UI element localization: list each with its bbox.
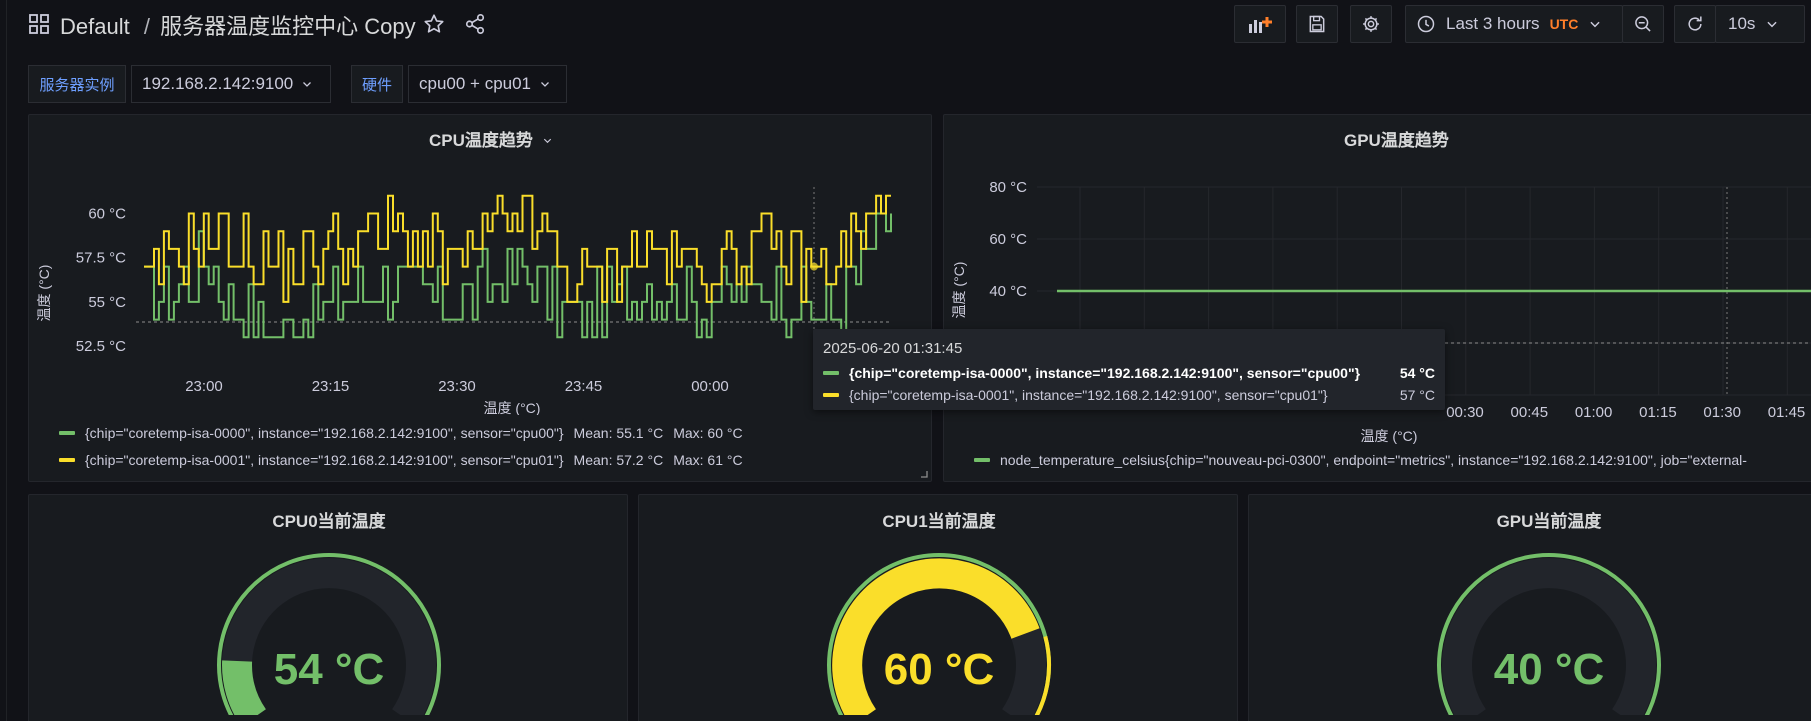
legend-swatch	[59, 431, 75, 435]
gauge-title[interactable]: CPU1当前温度	[639, 507, 1239, 532]
legend-item-gpu[interactable]: node_temperature_celsius{chip="nouveau-p…	[974, 452, 1747, 468]
gpu-temperature-panel: GPU温度趋势 温度 (°C) 温度 (°C) 80 °C 60 °C 40 °C …	[943, 114, 1811, 482]
gauge-title[interactable]: CPU0当前温度	[29, 507, 629, 532]
tooltip-value: 57 °C	[1399, 387, 1435, 403]
breadcrumb-separator: /	[143, 14, 150, 39]
x-axis-label: 温度 (°C)	[1361, 428, 1418, 444]
resize-handle-icon[interactable]	[920, 470, 928, 478]
timezone-label: UTC	[1549, 16, 1579, 32]
legend-mean: Mean: 55.1 °C	[573, 425, 664, 441]
save-dashboard-button[interactable]	[1296, 5, 1338, 43]
clock-icon	[1417, 15, 1435, 33]
gear-icon	[1363, 16, 1379, 32]
x-tick-label: 23:30	[438, 378, 476, 395]
chevron-down-icon	[1767, 21, 1778, 28]
legend-swatch	[974, 458, 990, 462]
dashboard-title[interactable]: 服务器温度监控中心 Copy	[160, 14, 415, 39]
x-tick-label: 23:15	[312, 378, 350, 395]
gauge-value: 60 °C	[883, 645, 995, 694]
time-range-picker[interactable]: Last 3 hours UTC	[1405, 5, 1623, 43]
breadcrumb: Default / 服务器温度监控中心 Copy	[60, 9, 416, 41]
cpu1-gauge-panel: CPU1当前温度 60 °C	[638, 494, 1238, 721]
dashboard-grid-icon	[29, 14, 49, 34]
add-panel-icon	[1249, 17, 1272, 33]
save-icon	[1309, 15, 1325, 33]
refresh-interval-label: 10s	[1728, 14, 1756, 33]
variable-value-hardware: cpu00 + cpu01	[419, 74, 532, 93]
sidebar-edge	[0, 0, 7, 721]
legend-label: {chip="coretemp-isa-0000", instance="192…	[85, 425, 564, 441]
zoom-out-icon	[1635, 16, 1651, 32]
gauge-value: 40 °C	[1493, 645, 1605, 694]
legend-swatch	[59, 458, 75, 462]
y-tick-label: 60 °C	[989, 231, 1027, 248]
legend-label: {chip="coretemp-isa-0001", instance="192…	[85, 452, 564, 468]
share-icon[interactable]	[464, 13, 486, 35]
legend-item-cpu01[interactable]: {chip="coretemp-isa-0001", instance="192…	[59, 452, 743, 468]
graph-tooltip: 2025-06-20 01:31:45 {chip="coretemp-isa-…	[813, 329, 1445, 410]
x-tick-label: 01:45	[1768, 404, 1806, 421]
legend-swatch	[823, 371, 839, 375]
x-axis-label: 温度 (°C)	[484, 400, 541, 415]
legend-swatch	[823, 393, 839, 397]
x-tick-label: 01:15	[1639, 404, 1677, 421]
y-axis-label: 温度 (°C)	[951, 262, 967, 319]
tooltip-label: {chip="coretemp-isa-0000", instance="192…	[849, 365, 1361, 381]
chevron-down-icon	[1590, 21, 1600, 28]
y-tick-label: 57.5 °C	[76, 250, 126, 267]
zoom-out-button[interactable]	[1622, 5, 1664, 43]
tooltip-value: 54 °C	[1399, 365, 1435, 381]
x-tick-label: 00:45	[1511, 404, 1549, 421]
y-tick-label: 52.5 °C	[76, 338, 126, 355]
refresh-interval-picker[interactable]: 10s	[1715, 5, 1805, 43]
refresh-button[interactable]	[1674, 5, 1716, 43]
y-tick-label: 60 °C	[88, 206, 126, 223]
legend-mean: Mean: 57.2 °C	[573, 452, 664, 468]
gauge-title[interactable]: GPU当前温度	[1249, 507, 1811, 532]
x-tick-label: 00:30	[1446, 404, 1484, 421]
add-panel-button[interactable]	[1234, 5, 1286, 43]
y-tick-label: 80 °C	[989, 179, 1027, 196]
legend-max: Max: 60 °C	[673, 425, 743, 441]
tooltip-time: 2025-06-20 01:31:45	[823, 340, 963, 357]
legend-item-cpu00[interactable]: {chip="coretemp-isa-0000", instance="192…	[59, 425, 743, 441]
variable-label-instance: 服务器实例	[28, 65, 126, 103]
x-tick-label: 23:45	[565, 378, 603, 395]
cpu0-gauge-panel: CPU0当前温度 54 °C	[28, 494, 628, 721]
star-icon[interactable]	[423, 13, 445, 35]
variable-select-instance[interactable]: 192.168.2.142:9100	[131, 65, 331, 103]
chevron-down-icon	[303, 82, 312, 87]
y-tick-label: 55 °C	[88, 294, 126, 311]
tooltip-label: {chip="coretemp-isa-0001", instance="192…	[849, 387, 1328, 403]
refresh-icon	[1688, 16, 1702, 31]
tooltip-row-cpu00: {chip="coretemp-isa-0000", instance="192…	[823, 365, 1435, 381]
dashboard-settings-button[interactable]	[1350, 5, 1392, 43]
breadcrumb-folder[interactable]: Default	[60, 14, 130, 39]
variable-select-hardware[interactable]: cpu00 + cpu01	[408, 65, 567, 103]
x-tick-label: 01:00	[1575, 404, 1613, 421]
variable-value-instance: 192.168.2.142:9100	[142, 74, 294, 93]
legend-label: node_temperature_celsius{chip="nouveau-p…	[1000, 452, 1747, 468]
cpu-temperature-chart[interactable]: 温度 (°C) 温度 (°C) 60 °C 57.5 °C 55 °C 52.5 °C…	[29, 115, 933, 415]
y-tick-label: 40 °C	[989, 283, 1027, 300]
time-range-label: Last 3 hours	[1446, 14, 1540, 33]
hover-point	[810, 262, 818, 271]
tooltip-row-cpu01: {chip="coretemp-isa-0001", instance="192…	[823, 387, 1435, 403]
x-tick-label: 00:00	[691, 378, 729, 395]
x-tick-label: 23:00	[185, 378, 223, 395]
legend-max: Max: 61 °C	[673, 452, 743, 468]
variable-label-hardware: 硬件	[351, 65, 403, 103]
gpu-gauge-panel: GPU当前温度 40 °C	[1248, 494, 1811, 721]
x-tick-label: 01:30	[1703, 404, 1741, 421]
y-axis-label: 温度 (°C)	[36, 265, 52, 322]
cpu-temperature-panel: CPU温度趋势 温度 (°C) 温度 (°C) 60 °C 57.5 °C 55 °…	[28, 114, 932, 482]
gauge-value: 54 °C	[273, 645, 385, 694]
chevron-down-icon	[541, 82, 549, 87]
